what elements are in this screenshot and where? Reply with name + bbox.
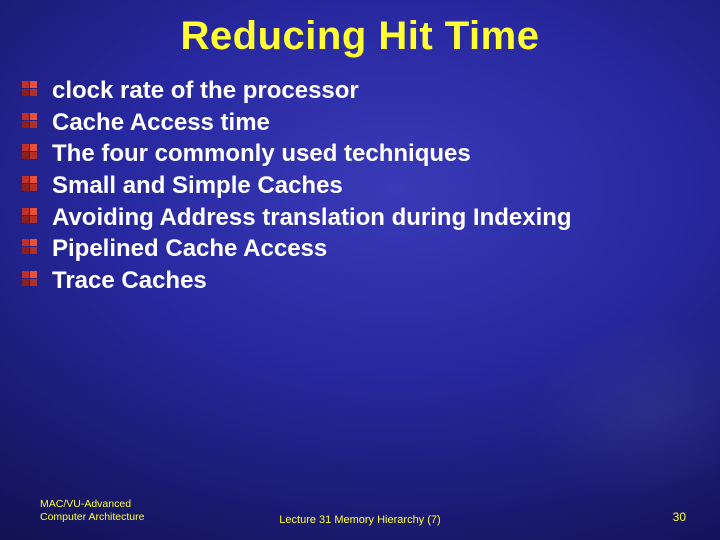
list-item: Small and Simple Caches [22,170,690,202]
list-item: Pipelined Cache Access [22,233,690,265]
list-item-text: Small and Simple Caches [52,170,343,202]
bullet-square-icon [22,239,38,255]
page-number: 30 [673,510,686,524]
bullet-square-icon [22,144,38,160]
list-item: clock rate of the processor [22,75,690,107]
bullet-square-icon [22,113,38,129]
slide-title: Reducing Hit Time [0,14,720,59]
list-item-text: Cache Access time [52,107,270,139]
list-item: The four commonly used techniques [22,138,690,170]
bullet-square-icon [22,176,38,192]
bullet-square-icon [22,271,38,287]
slide-footer: MAC/VU-Advanced Computer Architecture Le… [0,496,720,528]
bullet-square-icon [22,81,38,97]
bullet-square-icon [22,208,38,224]
list-item-text: Pipelined Cache Access [52,233,327,265]
footer-center: Lecture 31 Memory Hierarchy (7) [0,514,720,526]
list-item: Cache Access time [22,107,690,139]
list-item-text: Avoiding Address translation during Inde… [52,202,572,234]
slide: Reducing Hit Time clock rate of the proc… [0,0,720,540]
list-item: Avoiding Address translation during Inde… [22,202,690,234]
list-item-text: The four commonly used techniques [52,138,471,170]
list-item-text: clock rate of the processor [52,75,359,107]
footer-left-line1: MAC/VU-Advanced [40,498,131,510]
slide-body: clock rate of the processor Cache Access… [22,75,690,297]
list-item-text: Trace Caches [52,265,207,297]
list-item: Trace Caches [22,265,690,297]
